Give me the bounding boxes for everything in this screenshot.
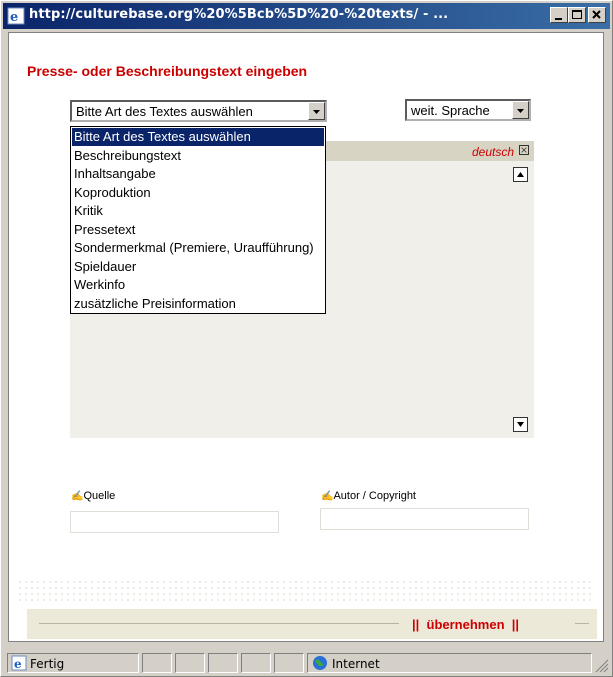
scroll-down-icon <box>517 422 524 427</box>
page-heading: Presse- oder Beschreibungstext eingeben <box>27 63 308 79</box>
action-bar: || übernehmen || <box>27 609 597 639</box>
dropdown-option[interactable]: Beschreibungstext <box>74 147 324 165</box>
close-box-icon[interactable] <box>519 145 529 155</box>
chevron-down-icon[interactable] <box>512 101 529 119</box>
chevron-down-icon[interactable] <box>308 102 325 120</box>
text-type-select[interactable]: Bitte Art des Textes auswählen <box>70 100 327 122</box>
submit-label: übernehmen <box>426 617 505 632</box>
editor-language-label: deutsch <box>471 145 514 159</box>
status-bar: e Fertig Internet <box>3 649 612 676</box>
separator-right: || <box>511 617 520 632</box>
language-select-value: weit. Sprache <box>411 103 490 118</box>
scroll-up-icon <box>517 172 524 177</box>
svg-text:e: e <box>10 10 18 25</box>
svg-text:e: e <box>14 657 22 671</box>
maximize-icon <box>572 10 582 19</box>
text-type-dropdown-list[interactable]: Bitte Art des Textes auswählen Beschreibu… <box>70 126 326 314</box>
action-bar-rule-right <box>575 623 589 624</box>
scroll-up-button[interactable] <box>513 167 528 182</box>
close-button[interactable] <box>588 7 606 23</box>
resize-grip-icon[interactable] <box>595 659 609 673</box>
dropdown-option[interactable]: Kritik <box>74 202 324 220</box>
status-cell-zone: Internet <box>307 653 592 673</box>
dotted-divider <box>17 579 593 603</box>
dropdown-option[interactable]: Sondermerkmal (Premiere, Uraufführung) <box>74 239 324 257</box>
window-title: http://culturebase.org%20%5Bcb%5D%20-%20… <box>29 7 449 22</box>
minimize-icon <box>555 18 562 20</box>
minimize-button[interactable] <box>550 7 568 23</box>
status-cell <box>274 653 304 673</box>
separator-left: || <box>412 617 420 632</box>
dropdown-option[interactable]: Koproduktion <box>74 184 324 202</box>
author-label-text: Autor / Copyright <box>333 490 416 502</box>
status-text: Fertig <box>30 657 65 671</box>
submit-button[interactable]: || übernehmen || <box>412 617 519 632</box>
maximize-button[interactable] <box>568 7 586 23</box>
status-cell <box>241 653 271 673</box>
source-label: ✍Quelle <box>71 490 115 502</box>
author-label: ✍Autor / Copyright <box>321 490 416 502</box>
language-select[interactable]: weit. Sprache <box>405 99 531 121</box>
status-cell <box>142 653 172 673</box>
action-bar-rule <box>39 623 399 624</box>
zone-text: Internet <box>332 657 380 671</box>
source-input[interactable] <box>70 511 279 533</box>
status-cell <box>175 653 205 673</box>
title-bar[interactable]: e http://culturebase.org%20%5Bcb%5D%20-%… <box>3 3 610 29</box>
status-cell <box>208 653 238 673</box>
ie-page-icon: e <box>7 7 25 25</box>
close-icon <box>592 10 601 19</box>
source-label-text: Quelle <box>83 490 116 502</box>
ie-status-icon: e <box>11 655 27 671</box>
author-input[interactable] <box>320 508 529 530</box>
dropdown-option[interactable]: Bitte Art des Textes auswählen <box>72 128 324 146</box>
text-type-select-value: Bitte Art des Textes auswählen <box>76 104 253 119</box>
browser-window: e http://culturebase.org%20%5Bcb%5D%20-%… <box>0 0 613 677</box>
pen-icon: ✍ <box>71 491 84 502</box>
dropdown-option[interactable]: Werkinfo <box>74 276 324 294</box>
status-cell-main: e Fertig <box>7 653 139 673</box>
globe-icon <box>313 656 327 670</box>
dropdown-option[interactable]: Pressetext <box>74 221 324 239</box>
scroll-down-button[interactable] <box>513 417 528 432</box>
dropdown-option[interactable]: zusätzliche Preisinformation <box>74 295 324 313</box>
dropdown-option[interactable]: Inhaltsangabe <box>74 165 324 183</box>
dropdown-option[interactable]: Spieldauer <box>74 258 324 276</box>
pen-icon: ✍ <box>321 491 334 502</box>
